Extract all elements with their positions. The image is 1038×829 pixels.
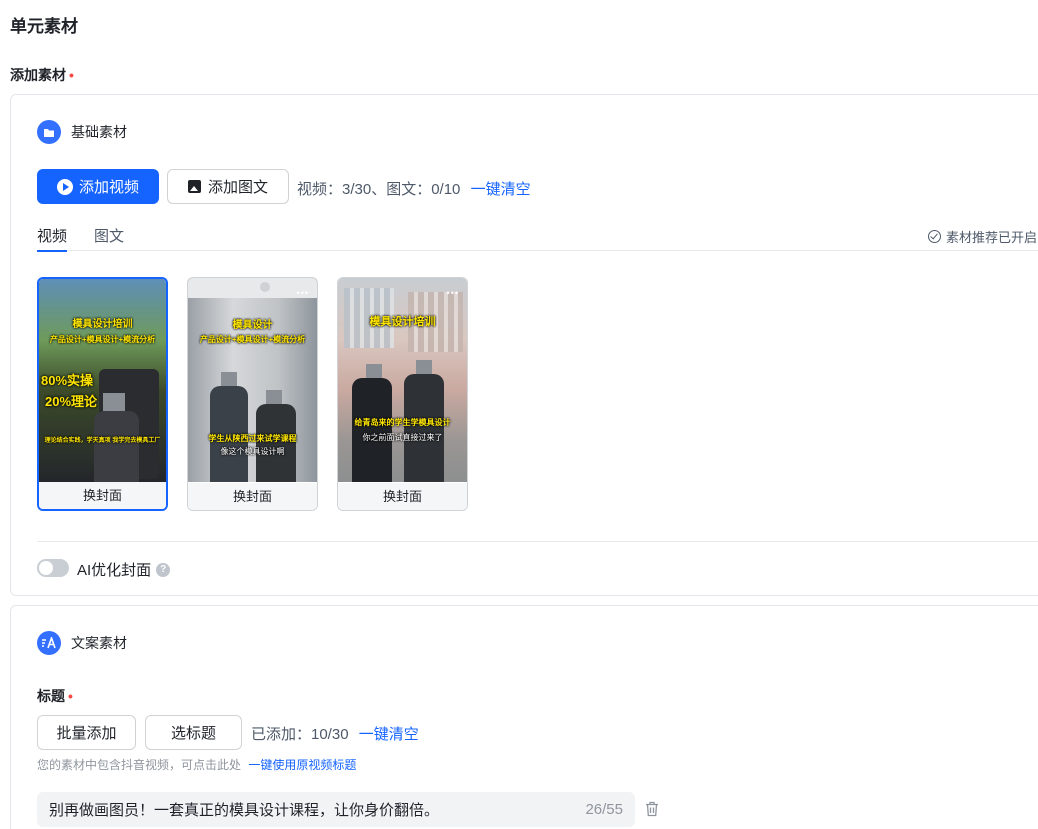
video-cover-1: 模具设计培训 产品设计+模具设计+模流分析 80%实操 20%理论 理论结合实践… <box>39 279 166 483</box>
material-count: 视频：3/30、图文：0/10 一键清空 <box>297 181 531 198</box>
title-length-counter: 26/55 <box>585 801 623 818</box>
required-mark: • <box>68 688 73 704</box>
video-thumbnail-2[interactable]: ••• 模具设计 产品设计+模具设计+模流分析 学生从陕西过来试学课程 像这个模… <box>187 277 318 511</box>
change-cover-button[interactable]: 换封面 <box>39 482 166 509</box>
page-title: 单元素材 <box>10 17 78 36</box>
more-icon: ••• <box>446 288 459 298</box>
video-cover-3: ••• 模具设计培训 给青岛来的学生学模具设计 你之前面试直接过来了 <box>338 278 467 482</box>
divider <box>37 541 1038 542</box>
basic-material-header: 基础素材 <box>37 120 127 144</box>
clear-titles-link[interactable]: 一键清空 <box>359 726 419 743</box>
basic-material-title: 基础素材 <box>71 124 127 140</box>
basic-material-card: 基础素材 添加视频 添加图文 视频：3/30、图文：0/10 一键清空 视频 图… <box>10 94 1038 596</box>
add-material-label: 添加素材 • <box>10 67 74 83</box>
ceiling-light <box>260 282 270 292</box>
title-count: 已添加：10/30 一键清空 <box>251 726 419 743</box>
title-field-label: 标题 • <box>37 688 73 704</box>
tab-video[interactable]: 视频 <box>37 225 68 252</box>
douyin-hint: 您的素材中包含抖音视频，可点击此处 一键使用原视频标题 <box>37 758 357 772</box>
select-title-button[interactable]: 选标题 <box>145 715 242 750</box>
image-icon <box>187 180 201 193</box>
blurred-face <box>103 393 125 411</box>
change-cover-button[interactable]: 换封面 <box>338 483 467 510</box>
more-icon: ••• <box>296 288 309 298</box>
copy-material-header: 文案素材 <box>37 631 127 655</box>
ai-cover-label: AI优化封面 ? <box>77 559 171 580</box>
video-cover-2: ••• 模具设计 产品设计+模具设计+模流分析 学生从陕西过来试学课程 像这个模… <box>188 278 317 482</box>
trash-icon[interactable] <box>645 801 659 817</box>
video-thumbnail-3[interactable]: ••• 模具设计培训 给青岛来的学生学模具设计 你之前面试直接过来了 换封面 <box>337 277 468 511</box>
batch-add-button[interactable]: 批量添加 <box>37 715 136 750</box>
use-original-title-link[interactable]: 一键使用原视频标题 <box>248 758 356 772</box>
folder-icon <box>37 120 61 144</box>
title-input-1[interactable]: 别再做画图员！一套真正的模具设计课程，让你身价翻倍。 26/55 <box>37 792 635 827</box>
video-thumbnail-1[interactable]: 模具设计培训 产品设计+模具设计+模流分析 80%实操 20%理论 理论结合实践… <box>37 277 168 511</box>
material-recommend-status[interactable]: 素材推荐已开启 <box>927 227 1037 246</box>
change-cover-button[interactable]: 换封面 <box>188 483 317 510</box>
person-shape <box>352 378 392 482</box>
clear-materials-link[interactable]: 一键清空 <box>471 181 531 198</box>
copy-material-card: 文案素材 标题 • 批量添加 选标题 已添加：10/30 一键清空 您的素材中包含… <box>10 605 1038 829</box>
copy-material-title: 文案素材 <box>71 635 127 651</box>
add-video-button[interactable]: 添加视频 <box>37 169 159 204</box>
ai-cover-toggle[interactable] <box>37 559 69 577</box>
text-icon <box>37 631 61 655</box>
play-icon <box>56 178 73 195</box>
material-tabs: 视频 图文 <box>37 225 1038 252</box>
question-icon[interactable]: ? <box>156 562 171 577</box>
required-mark: • <box>69 67 74 83</box>
person-shape <box>404 374 444 482</box>
person-shape <box>94 411 139 483</box>
check-circle-icon <box>927 230 941 243</box>
add-image-text-button[interactable]: 添加图文 <box>167 169 289 204</box>
tab-image-text[interactable]: 图文 <box>94 225 124 251</box>
